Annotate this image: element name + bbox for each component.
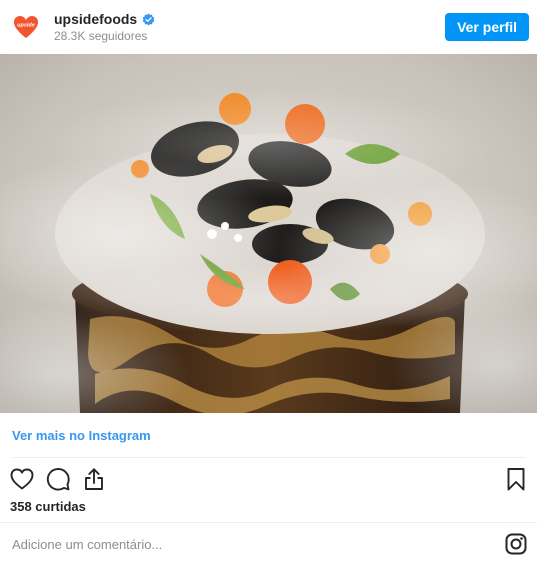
bookmark-icon[interactable]: [503, 466, 529, 492]
comment-icon[interactable]: [45, 466, 71, 492]
post-image[interactable]: [0, 54, 537, 413]
comment-input[interactable]: [10, 523, 494, 566]
heart-icon[interactable]: [9, 466, 35, 492]
view-more-on-instagram-link[interactable]: Ver mais no Instagram: [12, 428, 151, 443]
avatar-text: upside: [17, 23, 35, 29]
instagram-icon[interactable]: [505, 533, 527, 555]
view-profile-button[interactable]: Ver perfil: [445, 13, 529, 41]
user-meta: upsidefoods 28.3K seguidores: [54, 11, 445, 43]
action-bar: [0, 460, 537, 496]
upside-logo-icon: upside: [14, 16, 38, 38]
divider: [12, 457, 526, 458]
post-header: upside upsidefoods 28.3K seguidores Ver …: [0, 0, 537, 54]
instagram-embed: upside upsidefoods 28.3K seguidores Ver …: [0, 0, 537, 566]
comment-row: [0, 523, 537, 566]
username[interactable]: upsidefoods: [54, 11, 137, 27]
like-count[interactable]: 358 curtidas: [10, 499, 86, 514]
avatar[interactable]: upside: [12, 13, 40, 41]
follower-count: 28.3K seguidores: [54, 29, 148, 43]
verified-badge-icon: [142, 13, 155, 26]
share-icon[interactable]: [81, 466, 107, 492]
user-row: upsidefoods: [54, 11, 445, 27]
